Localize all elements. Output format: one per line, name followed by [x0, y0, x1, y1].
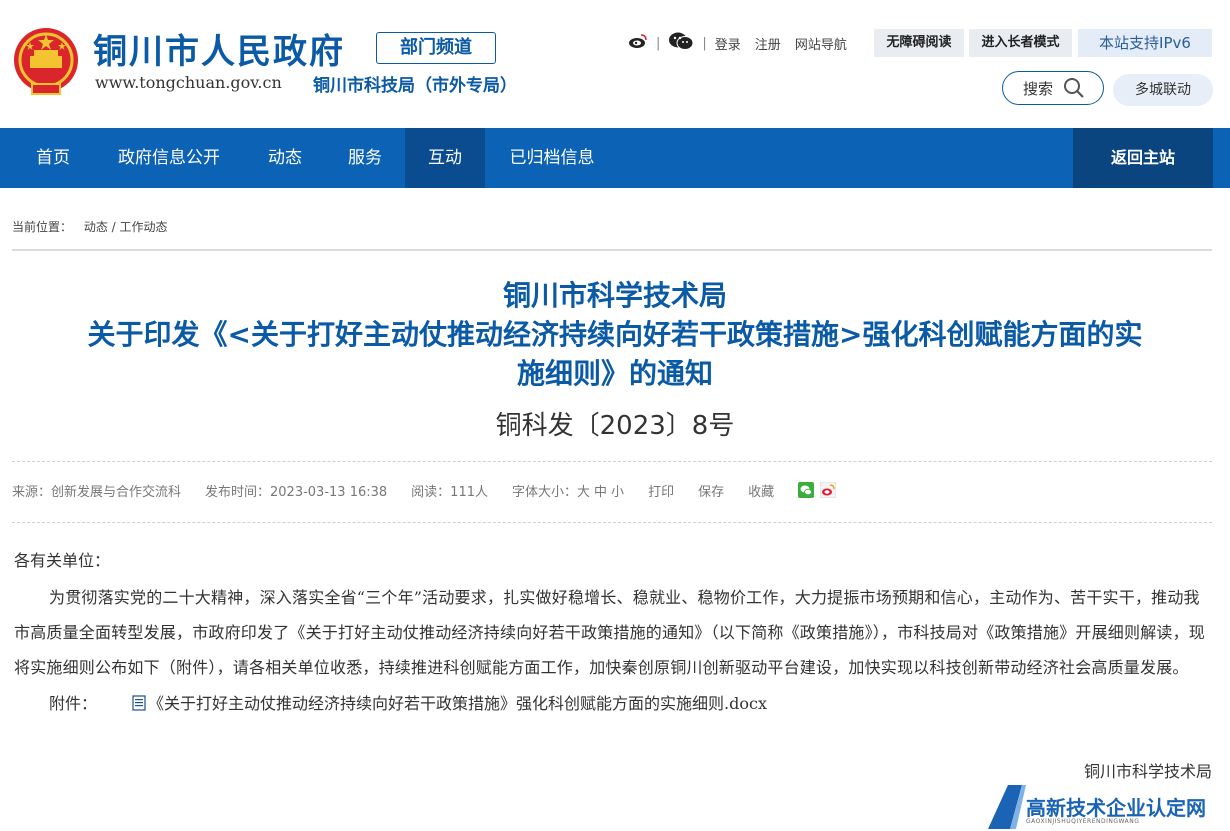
attachment-line: 附件： 《关于打好主动仗推动经济持续向好若干政策措施》强化科创赋能方面的实施细则.…: [14, 691, 1214, 719]
nav-item-archived[interactable]: 已归档信息: [496, 128, 608, 188]
breadcrumb-path[interactable]: 动态 / 工作动态: [84, 220, 168, 234]
meta-publish-time: 发布时间：2023-03-13 16:38: [205, 484, 388, 500]
separator: |: [702, 35, 707, 51]
meta-reads: 阅读：111人: [411, 484, 488, 500]
greeting: 各有关单位：: [14, 551, 111, 570]
font-size-large[interactable]: 大: [577, 481, 590, 500]
meta-font-size-label: 字体大小：: [512, 484, 578, 500]
body-paragraph: 为贯彻落实党的二十大精神，深入落实全省“三个年”活动要求，扎实做好稳增长、稳就业…: [14, 588, 1206, 677]
weibo-icon[interactable]: [628, 33, 648, 53]
article-title-line2: 关于印发《<关于打好主动仗推动经济持续向好若干政策措施>强化科创赋能方面的实: [87, 318, 1143, 351]
multi-city-button[interactable]: 多城联动: [1113, 74, 1213, 106]
login-link[interactable]: 登录: [715, 34, 741, 53]
article-title-line1: 铜川市科学技术局: [502, 279, 727, 312]
accessibility-button[interactable]: 无障碍阅读: [874, 29, 964, 57]
separator: |: [656, 35, 661, 51]
nav-item-gov-info[interactable]: 政府信息公开: [100, 128, 238, 188]
font-size-medium[interactable]: 中: [594, 481, 607, 500]
search-button[interactable]: 搜索: [1002, 71, 1104, 105]
nav-item-news[interactable]: 动态: [252, 128, 318, 188]
national-emblem-icon: [14, 28, 78, 95]
site-url: www.tongchuan.gov.cn: [95, 73, 282, 92]
attachment-file-link[interactable]: 《关于打好主动仗推动经济持续向好若干政策措施》强化科创赋能方面的实施细则.doc…: [148, 694, 767, 713]
print-button[interactable]: 打印: [648, 481, 674, 500]
attachment-label: 附件：: [49, 694, 98, 713]
article-title-line3: 施细则》的通知: [516, 357, 713, 390]
article-meta: 来源：创新发展与合作交流科 发布时间：2023-03-13 16:38 阅读：1…: [12, 481, 842, 500]
document-number: 铜科发〔2023〕8号: [495, 411, 735, 441]
divider: [12, 522, 1212, 523]
wechat-icon[interactable]: [668, 31, 694, 55]
dept-channel-badge[interactable]: 部门频道: [376, 32, 496, 64]
nav-item-service[interactable]: 服务: [332, 128, 398, 188]
site-subtitle: 铜川市科技局（市外专局）: [313, 76, 517, 96]
divider: [12, 461, 1212, 462]
meta-source: 来源：创新发展与合作交流科: [12, 484, 182, 500]
nav-item-home[interactable]: 首页: [22, 128, 84, 188]
breadcrumb-label: 当前位置：: [12, 220, 73, 234]
nav-item-interaction[interactable]: 互动: [405, 128, 485, 188]
watermark-subtext: GAOXINJISHUQIYERENDINGWANG: [1026, 818, 1140, 825]
register-link[interactable]: 注册: [755, 34, 781, 53]
elder-mode-button[interactable]: 进入长者模式: [969, 29, 1072, 57]
top-links: | | 登录 注册 网站导航: [628, 30, 861, 56]
search-icon: [1064, 78, 1084, 98]
weibo-share-icon[interactable]: [820, 482, 837, 498]
signoff: 铜川市科学技术局: [1083, 762, 1212, 781]
site-header: 铜川市人民政府 部门频道 www.tongchuan.gov.cn 铜川市科技局…: [0, 0, 1230, 128]
wechat-share-icon[interactable]: [798, 482, 815, 498]
ipv6-badge[interactable]: 本站支持IPv6: [1078, 29, 1212, 57]
watermark-text: 高新技术企业认定网: [1026, 796, 1206, 820]
site-nav-link[interactable]: 网站导航: [795, 34, 847, 53]
divider: [12, 249, 1212, 251]
article-body: 各有关单位： 为贯彻落实党的二十大精神，深入落实全省“三个年”活动要求，扎实做好…: [14, 548, 1214, 719]
save-button[interactable]: 保存: [698, 481, 724, 500]
font-size-small[interactable]: 小: [611, 481, 624, 500]
breadcrumb: 当前位置： 动态 / 工作动态: [12, 218, 168, 235]
back-to-main-button[interactable]: 返回主站: [1073, 128, 1213, 188]
site-title: 铜川市人民政府: [93, 32, 345, 72]
favorite-button[interactable]: 收藏: [748, 481, 774, 500]
main-nav: 首页 政府信息公开 动态 服务 互动 已归档信息 返回主站: [0, 128, 1230, 188]
word-doc-icon: [97, 693, 146, 719]
search-label: 搜索: [1023, 79, 1054, 98]
